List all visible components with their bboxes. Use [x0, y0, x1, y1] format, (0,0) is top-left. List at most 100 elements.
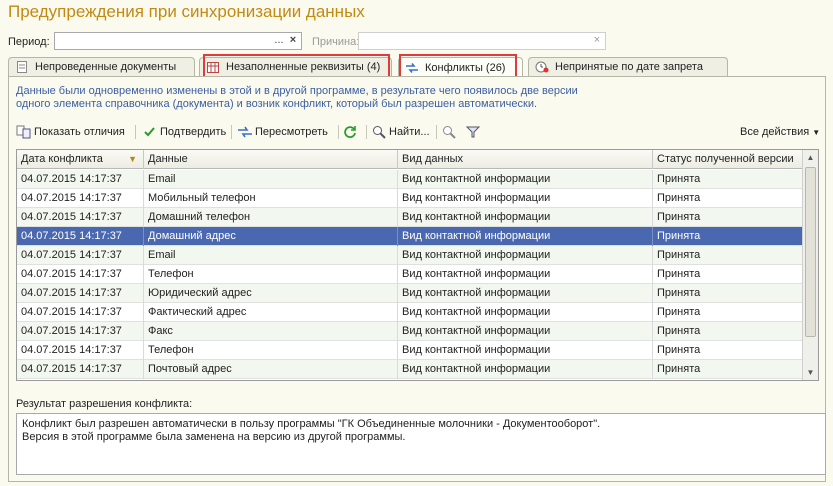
confirm-button[interactable]: Подтвердить — [142, 122, 226, 142]
reason-label: Причина: — [312, 36, 360, 48]
column-header-data[interactable]: Данные — [144, 150, 398, 169]
table-row[interactable]: 04.07.2015 14:17:37 Мобильный телефон Вид … — [17, 189, 803, 208]
refresh-button[interactable] — [342, 122, 360, 142]
cell-status: Принята — [653, 246, 803, 265]
cell-data: Факс — [144, 322, 398, 341]
scroll-down-icon[interactable]: ▼ — [803, 365, 818, 380]
filter-button[interactable] — [465, 122, 483, 142]
cell-date: 04.07.2015 14:17:37 — [17, 303, 144, 322]
column-header-data-type[interactable]: Вид данных — [398, 150, 653, 169]
cell-data-type: Вид контактной информации — [398, 170, 653, 189]
filter-icon: ▼ — [128, 154, 137, 164]
toolbar-separator — [366, 125, 367, 139]
cell-data: Домашний адрес — [144, 227, 398, 246]
cell-data-type: Вид контактной информации — [398, 189, 653, 208]
table-row[interactable]: 04.07.2015 14:17:37 Домашний адрес Вид кон… — [17, 227, 803, 246]
cell-date: 04.07.2015 14:17:37 — [17, 360, 144, 379]
tab-rejected-by-date[interactable]: Непринятые по дате запрета — [528, 57, 728, 76]
filter-icon — [465, 125, 481, 139]
cell-data-type: Вид контактной информации — [398, 265, 653, 284]
cell-data-type: Вид контактной информации — [398, 360, 653, 379]
cell-status: Принята — [653, 208, 803, 227]
table-header: Дата конфликта ▼ Данные Вид данных Стату… — [17, 150, 803, 169]
conflicts-table: Дата конфликта ▼ Данные Вид данных Стату… — [16, 149, 819, 381]
all-actions-menu[interactable]: Все действия ▼ — [740, 122, 820, 142]
cell-data: Email — [144, 170, 398, 189]
table-row[interactable]: 04.07.2015 14:17:37 Почтовый адрес Вид кон… — [17, 360, 803, 379]
result-text-area[interactable]: Конфликт был разрешен автоматически в по… — [16, 413, 826, 475]
tab-label: Непринятые по дате запрета — [555, 61, 703, 73]
table-row[interactable]: 04.07.2015 14:17:37 Факс Вид контактной ин… — [17, 322, 803, 341]
sync-icon — [237, 125, 253, 139]
reconsider-label: Пересмотреть — [255, 126, 328, 138]
table-row[interactable]: 04.07.2015 14:17:37 Телефон Вид контактной… — [17, 265, 803, 284]
column-header-status[interactable]: Статус полученной версии — [653, 150, 803, 169]
cell-status: Принята — [653, 265, 803, 284]
cell-status: Принята — [653, 189, 803, 208]
toolbar-separator — [231, 125, 232, 139]
cell-data: Почтовый адрес — [144, 360, 398, 379]
cell-date: 04.07.2015 14:17:37 — [17, 208, 144, 227]
table-row[interactable]: 04.07.2015 14:17:37 Телефон Вид контактной… — [17, 341, 803, 360]
toolbar-separator — [338, 125, 339, 139]
result-line: Конфликт был разрешен автоматически в по… — [22, 418, 601, 430]
page-title: Предупреждения при синхронизации данных — [8, 2, 365, 21]
cell-status: Принята — [653, 341, 803, 360]
scroll-thumb[interactable] — [805, 167, 816, 337]
table-row[interactable]: 04.07.2015 14:17:37 Домашний телефон Вид к… — [17, 208, 803, 227]
cell-data: Домашний телефон — [144, 208, 398, 227]
cell-date: 04.07.2015 14:17:37 — [17, 246, 144, 265]
cell-date: 04.07.2015 14:17:37 — [17, 227, 144, 246]
description-line: Данные были одновременно изменены в этой… — [16, 85, 578, 97]
toolbar-separator — [436, 125, 437, 139]
cell-status: Принята — [653, 322, 803, 341]
confirm-label: Подтвердить — [160, 126, 227, 138]
reason-clear-button[interactable]: × — [590, 33, 604, 49]
cell-data-type: Вид контактной информации — [398, 284, 653, 303]
show-diff-button[interactable]: Показать отличия — [16, 122, 125, 142]
description: Данные были одновременно изменены в этой… — [16, 85, 616, 111]
cancel-search-button[interactable] — [441, 122, 459, 142]
cell-status: Принята — [653, 303, 803, 322]
cell-data: Телефон — [144, 265, 398, 284]
all-actions-label: Все действия — [740, 126, 810, 138]
cell-data: Юридический адрес — [144, 284, 398, 303]
compare-icon — [16, 125, 32, 139]
cell-data: Мобильный телефон — [144, 189, 398, 208]
reconsider-button[interactable]: Пересмотреть — [237, 122, 328, 142]
column-header-date[interactable]: Дата конфликта ▼ — [17, 150, 144, 169]
result-line: Версия в этой программе была заменена на… — [22, 431, 406, 443]
cell-date: 04.07.2015 14:17:37 — [17, 170, 144, 189]
period-select-button[interactable]: ... — [272, 33, 286, 49]
show-diff-label: Показать отличия — [34, 126, 125, 138]
refresh-icon — [342, 125, 358, 139]
cell-data-type: Вид контактной информации — [398, 208, 653, 227]
tab-unposted-documents[interactable]: Непроведенные документы — [8, 57, 195, 76]
period-clear-button[interactable]: × — [286, 33, 300, 49]
cell-status: Принята — [653, 360, 803, 379]
cell-data-type: Вид контактной информации — [398, 322, 653, 341]
cell-date: 04.07.2015 14:17:37 — [17, 322, 144, 341]
find-button[interactable]: Найти... — [371, 122, 430, 142]
tab-label: Непроведенные документы — [35, 61, 177, 73]
table-row[interactable]: 04.07.2015 14:17:37 Email Вид контактной и… — [17, 246, 803, 265]
cell-data: Фактический адрес — [144, 303, 398, 322]
toolbar: Показать отличия Подтвердить Пересмотрет… — [9, 122, 825, 142]
cell-data-type: Вид контактной информации — [398, 227, 653, 246]
period-field[interactable]: ... × — [54, 32, 302, 50]
cell-data-type: Вид контактной информации — [398, 303, 653, 322]
cell-status: Принята — [653, 170, 803, 189]
chevron-down-icon: ▼ — [812, 127, 821, 137]
search-icon — [371, 125, 387, 139]
cell-date: 04.07.2015 14:17:37 — [17, 341, 144, 360]
cell-status: Принята — [653, 284, 803, 303]
highlight-box-unfilled — [203, 54, 390, 78]
find-label: Найти... — [389, 126, 430, 138]
vertical-scrollbar[interactable]: ▲ ▼ — [802, 150, 818, 380]
table-row[interactable]: 04.07.2015 14:17:37 Фактический адрес Вид … — [17, 303, 803, 322]
result-label: Результат разрешения конфликта: — [16, 398, 193, 410]
reason-field[interactable]: × — [358, 32, 606, 50]
table-row[interactable]: 04.07.2015 14:17:37 Email Вид контактной и… — [17, 170, 803, 189]
table-row[interactable]: 04.07.2015 14:17:37 Юридический адрес Вид … — [17, 284, 803, 303]
scroll-up-icon[interactable]: ▲ — [803, 150, 818, 165]
